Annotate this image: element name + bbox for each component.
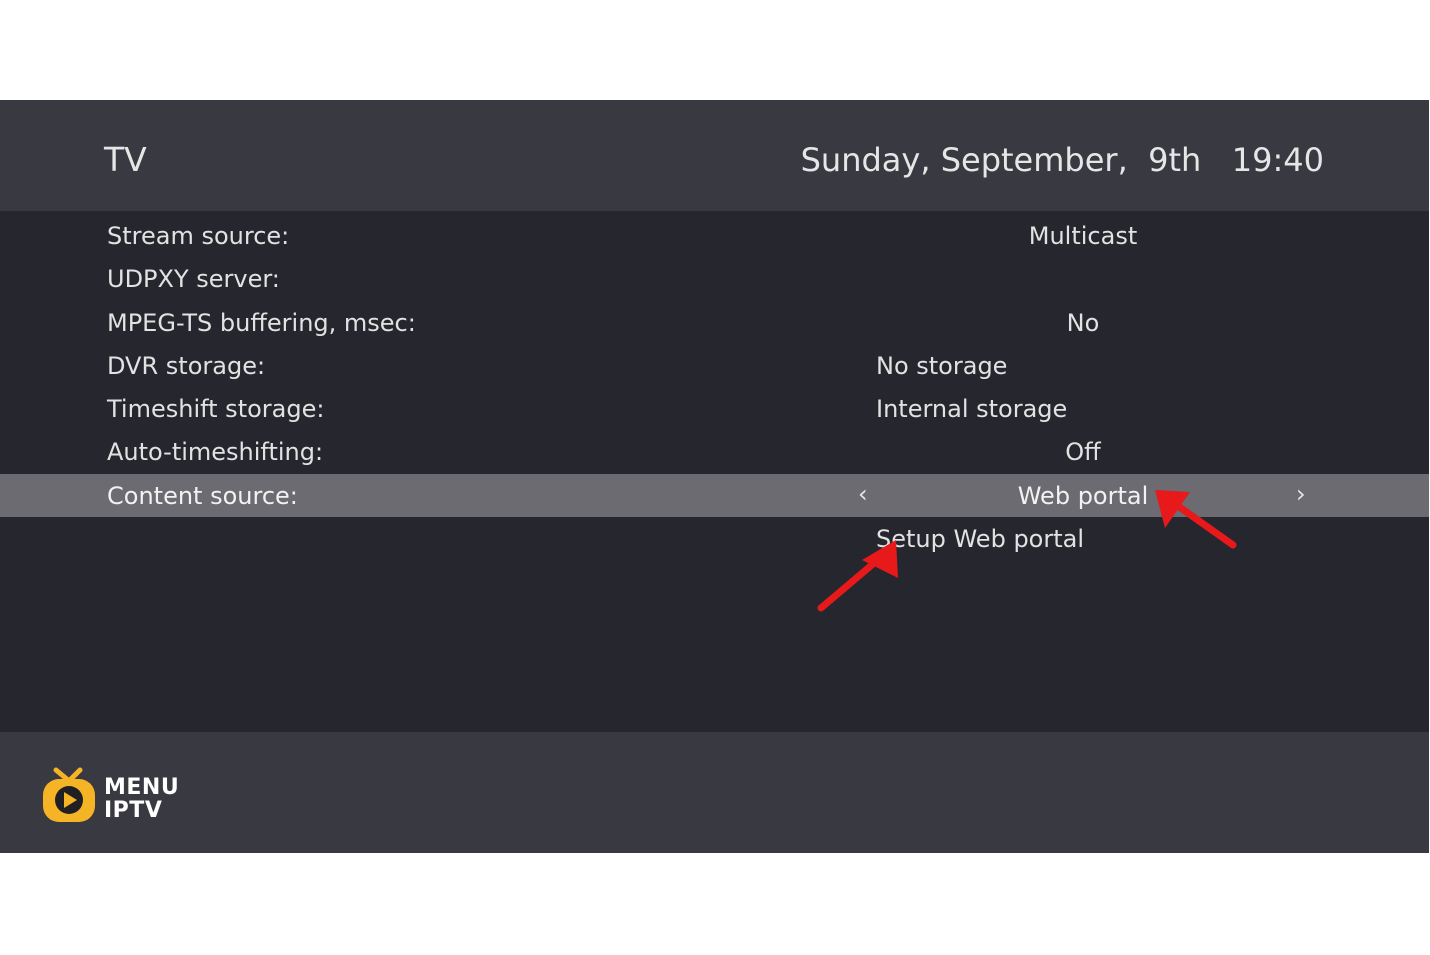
tv-play-icon xyxy=(43,767,95,822)
menu-iptv-logo: MENU IPTV xyxy=(42,766,192,826)
setting-value: Multicast xyxy=(1028,222,1138,250)
setting-label: Content source: xyxy=(107,481,298,510)
tv-settings-screen: TV Sunday, September, 9th 19:40 Stream s… xyxy=(0,100,1429,853)
setting-label: Stream source: xyxy=(107,222,290,250)
setting-row-stream-source[interactable]: Stream source: Multicast xyxy=(0,214,1429,257)
logo-line-2: IPTV xyxy=(104,798,163,823)
logo-text: MENU IPTV xyxy=(104,776,179,822)
logo-line-1: MENU xyxy=(104,775,180,800)
setup-web-portal-item[interactable]: Setup Web portal xyxy=(0,517,1429,560)
setting-row-dvr-storage[interactable]: DVR storage: No storage xyxy=(0,344,1429,387)
page-title: TV xyxy=(104,140,147,179)
setting-label: MPEG-TS buffering, msec: xyxy=(107,308,416,337)
setting-label: Timeshift storage: xyxy=(107,395,325,424)
setting-row-auto-timeshifting[interactable]: Auto-timeshifting: Off xyxy=(0,430,1429,473)
setting-label: Auto-timeshifting: xyxy=(107,438,324,467)
setting-row-udpxy-server[interactable]: UDPXY server: xyxy=(0,257,1429,300)
setting-value: No storage xyxy=(876,351,1008,380)
date-time: Sunday, September, 9th 19:40 xyxy=(800,141,1324,179)
setting-row-mpeg-ts-buffering[interactable]: MPEG-TS buffering, msec: No xyxy=(0,301,1429,344)
setting-label: UDPXY server: xyxy=(107,265,280,294)
setting-value: No xyxy=(1066,308,1100,337)
settings-list: Stream source: Multicast UDPXY server: M… xyxy=(0,214,1429,560)
header-bar: TV Sunday, September, 9th 19:40 xyxy=(0,100,1429,211)
chevron-left-icon[interactable]: ‹ xyxy=(858,478,868,510)
setting-value: Web portal xyxy=(1017,481,1149,510)
setting-row-content-source[interactable]: Content source: ‹ Web portal › xyxy=(0,473,1429,518)
setting-label: DVR storage: xyxy=(107,351,266,380)
setup-web-portal-label: Setup Web portal xyxy=(876,525,1085,554)
setting-value: Internal storage xyxy=(876,395,1068,424)
chevron-right-icon[interactable]: › xyxy=(1296,478,1306,510)
setting-value: Off xyxy=(1065,438,1101,467)
setting-row-timeshift-storage[interactable]: Timeshift storage: Internal storage xyxy=(0,387,1429,430)
footer-bar: MENU IPTV xyxy=(0,732,1429,853)
